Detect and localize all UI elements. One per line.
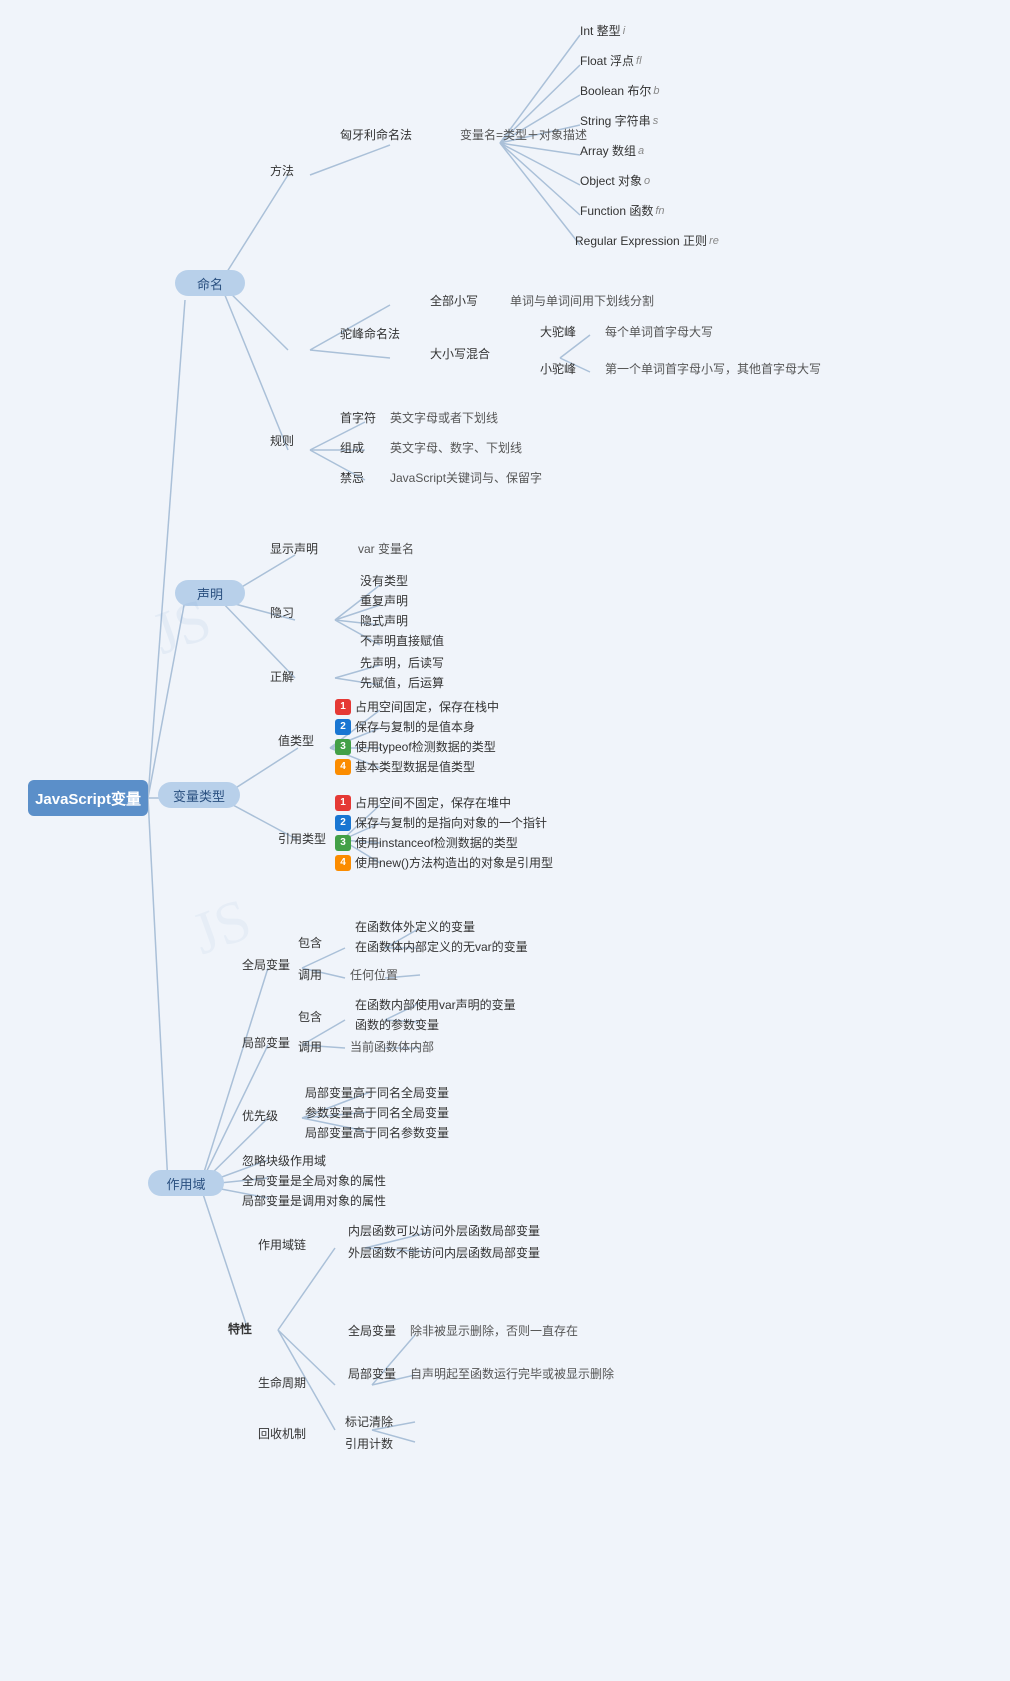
camel-node: 驼峰命名法 xyxy=(340,325,400,342)
local-inc-2: 函数的参数变量 xyxy=(355,1016,439,1033)
priority-node: 优先级 xyxy=(242,1107,278,1124)
global-call-node: 调用 xyxy=(298,966,322,983)
type-regexp: Regular Expression 正则 re xyxy=(575,232,719,249)
lower-desc: 单词与单词间用下划线分割 xyxy=(510,292,654,309)
scope-node: 作用域 xyxy=(148,1170,224,1196)
ref-item-3: 3 使用instanceof检测数据的类型 xyxy=(335,834,518,851)
global-prop: 全局变量是全局对象的属性 xyxy=(242,1172,386,1189)
forbid-desc: JavaScript关键词与、保留字 xyxy=(390,469,542,486)
hide-item-1: 没有类型 xyxy=(360,572,408,589)
val-item-3: 3 使用typeof检测数据的类型 xyxy=(335,738,496,755)
type-function: Function 函数 fn xyxy=(580,202,665,219)
ref-item-4: 4 使用new()方法构造出的对象是引用型 xyxy=(335,854,553,871)
declaration-node: 声明 xyxy=(175,580,245,606)
compose-desc: 英文字母、数字、下划线 xyxy=(390,439,522,456)
show-decl-desc: var 变量名 xyxy=(358,540,414,557)
global-inc-1: 在函数体外定义的变量 xyxy=(355,918,475,935)
naming-node: 命名 xyxy=(175,270,245,296)
val-item-2: 2 保存与复制的是值本身 xyxy=(335,718,475,735)
smallcamel-node: 小驼峰 xyxy=(540,360,576,377)
compose-node: 组成 xyxy=(340,439,364,456)
global-inc-2: 在函数体内部定义的无var的变量 xyxy=(355,938,528,955)
local-call-desc: 当前函数体内部 xyxy=(350,1038,434,1055)
val-item-4: 4 基本类型数据是值类型 xyxy=(335,758,475,775)
rules-node: 规则 xyxy=(270,432,294,449)
type-array: Array 数组 a xyxy=(580,142,644,159)
ref-item-1: 1 占用空间不固定，保存在堆中 xyxy=(335,794,511,811)
correct-item-1: 先声明，后读写 xyxy=(360,654,444,671)
local-call-node: 调用 xyxy=(298,1038,322,1055)
global-var-node: 全局变量 xyxy=(242,956,290,973)
val-item-1: 1 占用空间固定，保存在栈中 xyxy=(335,698,499,715)
vartype-node: 变量类型 xyxy=(158,782,240,808)
mind-map: JavaScript变量 命名 方法 匈牙利命名法 变量名=类型＋对象描述 In… xyxy=(0,0,1010,1681)
trait-node: 特性 xyxy=(228,1320,252,1337)
lifecycle-node: 生命周期 xyxy=(258,1374,306,1391)
global-call-desc: 任何位置 xyxy=(350,966,398,983)
bigcamel-desc: 每个单词首字母大写 xyxy=(605,323,713,340)
type-boolean: Boolean 布尔 b xyxy=(580,82,660,99)
first-desc: 英文字母或者下划线 xyxy=(390,409,498,426)
hide-item-2: 重复声明 xyxy=(360,592,408,609)
root-node: JavaScript变量 xyxy=(28,780,148,816)
chain-node: 作用域链 xyxy=(258,1236,306,1253)
local-var-node: 局部变量 xyxy=(242,1034,290,1051)
type-int: Int 整型 i xyxy=(580,22,625,39)
mixed-node: 大小写混合 xyxy=(430,345,490,362)
root-label: JavaScript变量 xyxy=(35,788,141,809)
method-node: 方法 xyxy=(270,162,294,179)
priority-2: 参数变量高于同名全局变量 xyxy=(305,1104,449,1121)
local-include-node: 包含 xyxy=(298,1008,322,1025)
first-node: 首字符 xyxy=(340,409,376,426)
hide-item-3: 隐式声明 xyxy=(360,612,408,629)
correct-node: 正解 xyxy=(270,668,294,685)
gc-1: 标记清除 xyxy=(345,1413,393,1430)
bigcamel-node: 大驼峰 xyxy=(540,323,576,340)
lifecycle-global-label: 全局变量 xyxy=(348,1322,396,1339)
show-decl-node: 显示声明 xyxy=(270,540,318,557)
ignore-block: 忽略块级作用域 xyxy=(242,1152,326,1169)
ref-item-2: 2 保存与复制的是指向对象的一个指针 xyxy=(335,814,547,831)
smallcamel-desc: 第一个单词首字母小写，其他首字母大写 xyxy=(605,360,821,377)
correct-item-2: 先赋值，后运算 xyxy=(360,674,444,691)
type-float: Float 浮点 fl xyxy=(580,52,642,69)
value-type-node: 值类型 xyxy=(278,732,314,749)
type-string: String 字符串 s xyxy=(580,112,658,129)
ref-type-node: 引用类型 xyxy=(278,830,326,847)
lifecycle-global-desc: 除非被显示删除，否则一直存在 xyxy=(410,1322,578,1339)
hungarian-node: 匈牙利命名法 xyxy=(340,126,412,143)
type-object: Object 对象 o xyxy=(580,172,650,189)
chain-2: 外层函数不能访问内层函数局部变量 xyxy=(348,1244,540,1261)
local-inc-1: 在函数内部使用var声明的变量 xyxy=(355,996,516,1013)
lifecycle-local-desc: 自声明起至函数运行完毕或被显示删除 xyxy=(410,1365,614,1382)
lower-node: 全部小写 xyxy=(430,292,478,309)
hungarian-desc: 变量名=类型＋对象描述 xyxy=(460,126,587,143)
gc-2: 引用计数 xyxy=(345,1435,393,1452)
priority-3: 局部变量高于同名参数变量 xyxy=(305,1124,449,1141)
gc-node: 回收机制 xyxy=(258,1425,306,1442)
local-prop: 局部变量是调用对象的属性 xyxy=(242,1192,386,1209)
lifecycle-local-label: 局部变量 xyxy=(348,1365,396,1382)
global-include-node: 包含 xyxy=(298,934,322,951)
priority-1: 局部变量高于同名全局变量 xyxy=(305,1084,449,1101)
hide-item-4: 不声明直接赋值 xyxy=(360,632,444,649)
forbid-node: 禁忌 xyxy=(340,469,364,486)
naming-label: 命名 xyxy=(197,274,223,293)
hide-decl-node: 隐习 xyxy=(270,604,294,621)
chain-1: 内层函数可以访问外层函数局部变量 xyxy=(348,1222,540,1239)
